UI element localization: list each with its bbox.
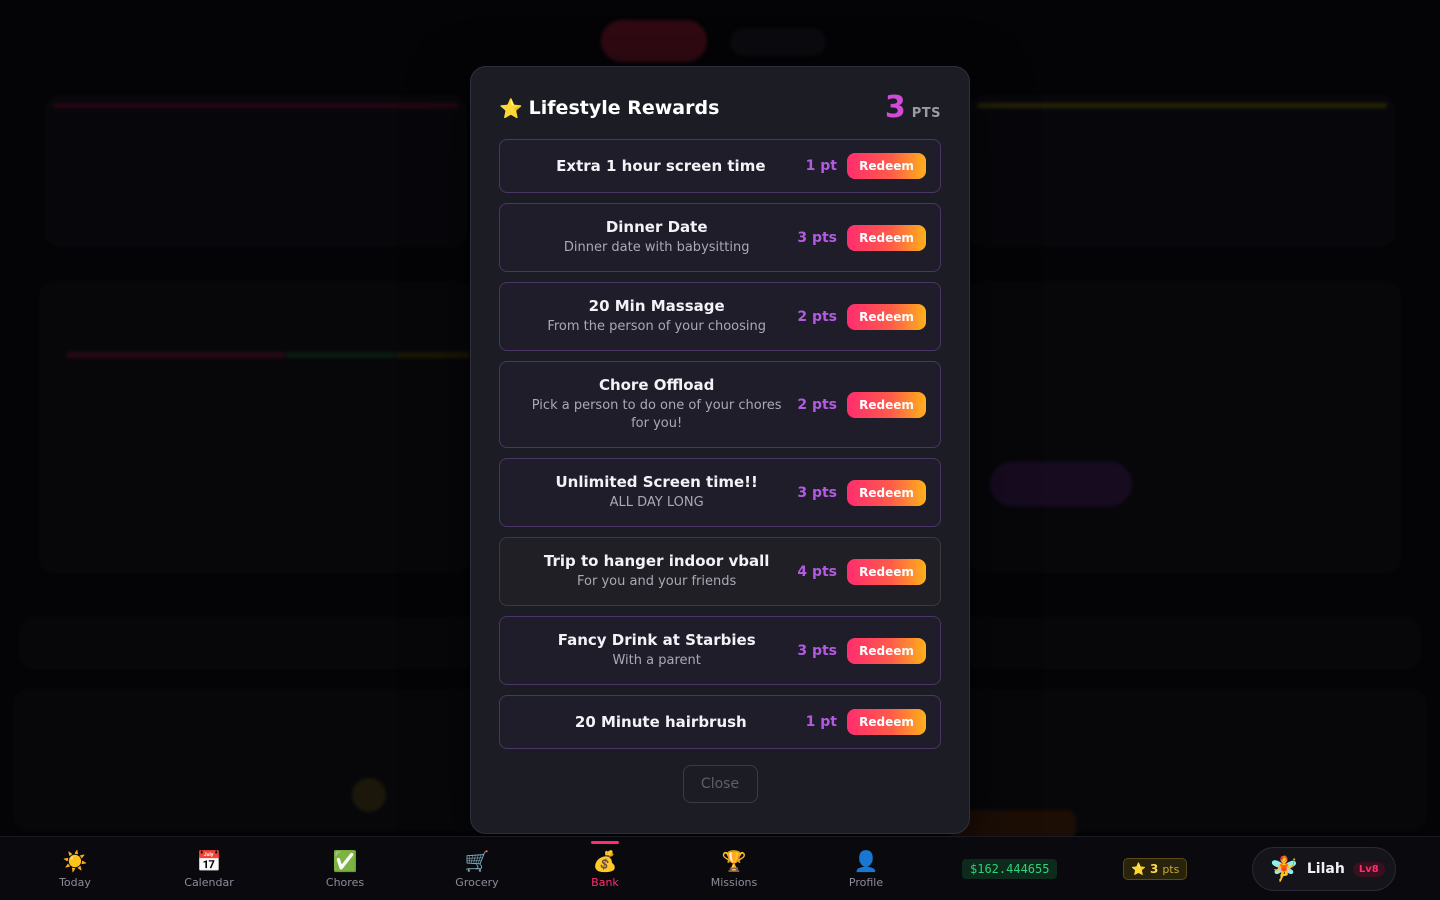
checkmark-icon: ✅	[332, 849, 358, 873]
close-wrap: Close	[499, 765, 941, 803]
reward-text: Extra 1 hour screen time	[516, 157, 806, 175]
person-icon: 👤	[853, 849, 879, 873]
reward-item: 20 Minute hairbrush 1 pt Redeem	[499, 695, 941, 749]
reward-description: From the person of your choosing	[547, 319, 767, 334]
points-badge-unit: pts	[1162, 862, 1180, 876]
reward-cost: 3 pts	[797, 484, 837, 501]
points-badge: ⭐ 3 pts	[1123, 858, 1188, 880]
nav-label: Profile	[848, 876, 884, 889]
points-badge-value: 3	[1149, 862, 1159, 876]
reward-description: Dinner date with babysitting	[563, 240, 750, 255]
redeem-button[interactable]: Redeem	[847, 709, 926, 735]
points-label: PTS	[911, 106, 941, 121]
balance-badge: $162.444655	[962, 859, 1058, 879]
level-badge: Lv8	[1352, 861, 1385, 877]
star-icon: ⭐	[499, 97, 523, 120]
nav-item-today[interactable]: ☀️ Today	[30, 837, 120, 900]
reward-item: Fancy Drink at Starbies With a parent 3 …	[499, 616, 941, 685]
reward-name: Unlimited Screen time!!	[555, 473, 758, 491]
bottom-nav: ☀️ Today 📅 Calendar ✅ Chores 🛒 Grocery 💰…	[0, 836, 1440, 900]
redeem-button[interactable]: Redeem	[847, 558, 926, 585]
nav-label: Calendar	[184, 876, 234, 889]
nav-label: Grocery	[455, 876, 499, 889]
reward-name: Fancy Drink at Starbies	[557, 631, 756, 649]
reward-cost: 3 pts	[797, 642, 837, 659]
profile-pill[interactable]: 🧚 Lilah Lv8	[1252, 847, 1396, 891]
reward-description: Pick a person to do one of your chores f…	[531, 398, 782, 431]
nav-label: Missions	[710, 876, 758, 889]
reward-description: For you and your friends	[577, 574, 737, 589]
modal-header: ⭐ Lifestyle Rewards 3 PTS	[499, 93, 941, 123]
reward-text: 20 Minute hairbrush	[516, 713, 806, 731]
reward-item: Unlimited Screen time!! ALL DAY LONG 3 p…	[499, 458, 941, 527]
sun-icon: ☀️	[62, 849, 88, 873]
nav-item-grocery[interactable]: 🛒 Grocery	[432, 837, 522, 900]
reward-text: Chore Offload Pick a person to do one of…	[516, 376, 797, 433]
reward-text: Unlimited Screen time!! ALL DAY LONG	[516, 473, 797, 512]
reward-item: Dinner Date Dinner date with babysitting…	[499, 203, 941, 272]
modal-title-text: Lifestyle Rewards	[528, 97, 720, 119]
reward-item: Extra 1 hour screen time 1 pt Redeem	[499, 139, 941, 193]
reward-text: 20 Min Massage From the person of your c…	[516, 297, 797, 336]
reward-name: Extra 1 hour screen time	[556, 157, 766, 175]
reward-text: Trip to hanger indoor vball For you and …	[516, 552, 797, 591]
nav-item-missions[interactable]: 🏆 Missions	[689, 837, 779, 900]
redeem-button[interactable]: Redeem	[847, 303, 926, 330]
star-icon: ⭐	[1131, 862, 1146, 876]
points-balance: 3 PTS	[885, 93, 941, 123]
reward-name: Dinner Date	[605, 218, 708, 236]
nav-item-bank[interactable]: 💰 Bank	[560, 837, 650, 900]
trophy-icon: 🏆	[721, 849, 747, 873]
close-button[interactable]: Close	[682, 765, 758, 803]
reward-name: Trip to hanger indoor vball	[543, 552, 770, 570]
reward-description: ALL DAY LONG	[609, 495, 704, 510]
reward-text: Fancy Drink at Starbies With a parent	[516, 631, 797, 670]
reward-item: Chore Offload Pick a person to do one of…	[499, 361, 941, 448]
reward-cost: 4 pts	[797, 563, 837, 580]
reward-name: Chore Offload	[598, 376, 715, 394]
nav-label: Chores	[325, 876, 365, 889]
reward-cost: 1 pt	[805, 714, 837, 730]
redeem-button[interactable]: Redeem	[847, 391, 926, 418]
profile-name: Lilah	[1306, 861, 1345, 877]
cart-icon: 🛒	[464, 849, 490, 873]
nav-item-chores[interactable]: ✅ Chores	[300, 837, 390, 900]
reward-cost: 1 pt	[805, 158, 837, 174]
nav-label: Today	[59, 876, 91, 889]
reward-name: 20 Minute hairbrush	[574, 713, 747, 731]
redeem-button[interactable]: Redeem	[847, 637, 926, 664]
nav-label: Bank	[591, 876, 619, 889]
lifestyle-rewards-modal: ⭐ Lifestyle Rewards 3 PTS Extra 1 hour s…	[470, 66, 970, 834]
fairy-icon: 🧚	[1269, 855, 1299, 883]
money-bag-icon: 💰	[592, 849, 618, 873]
rewards-list: Extra 1 hour screen time 1 pt Redeem Din…	[499, 139, 941, 749]
nav-item-calendar[interactable]: 📅 Calendar	[164, 837, 254, 900]
reward-cost: 3 pts	[797, 229, 837, 246]
redeem-button[interactable]: Redeem	[847, 153, 926, 179]
reward-description: With a parent	[612, 653, 701, 668]
reward-item: 20 Min Massage From the person of your c…	[499, 282, 941, 351]
points-value: 3	[884, 90, 906, 125]
reward-text: Dinner Date Dinner date with babysitting	[516, 218, 797, 257]
reward-item: Trip to hanger indoor vball For you and …	[499, 537, 941, 606]
redeem-button[interactable]: Redeem	[847, 479, 926, 506]
redeem-button[interactable]: Redeem	[847, 224, 926, 251]
calendar-icon: 📅	[196, 849, 222, 873]
modal-title: ⭐ Lifestyle Rewards	[499, 97, 719, 120]
reward-name: 20 Min Massage	[588, 297, 725, 315]
reward-cost: 2 pts	[797, 396, 837, 413]
reward-cost: 2 pts	[797, 308, 837, 325]
nav-item-profile[interactable]: 👤 Profile	[821, 837, 911, 900]
